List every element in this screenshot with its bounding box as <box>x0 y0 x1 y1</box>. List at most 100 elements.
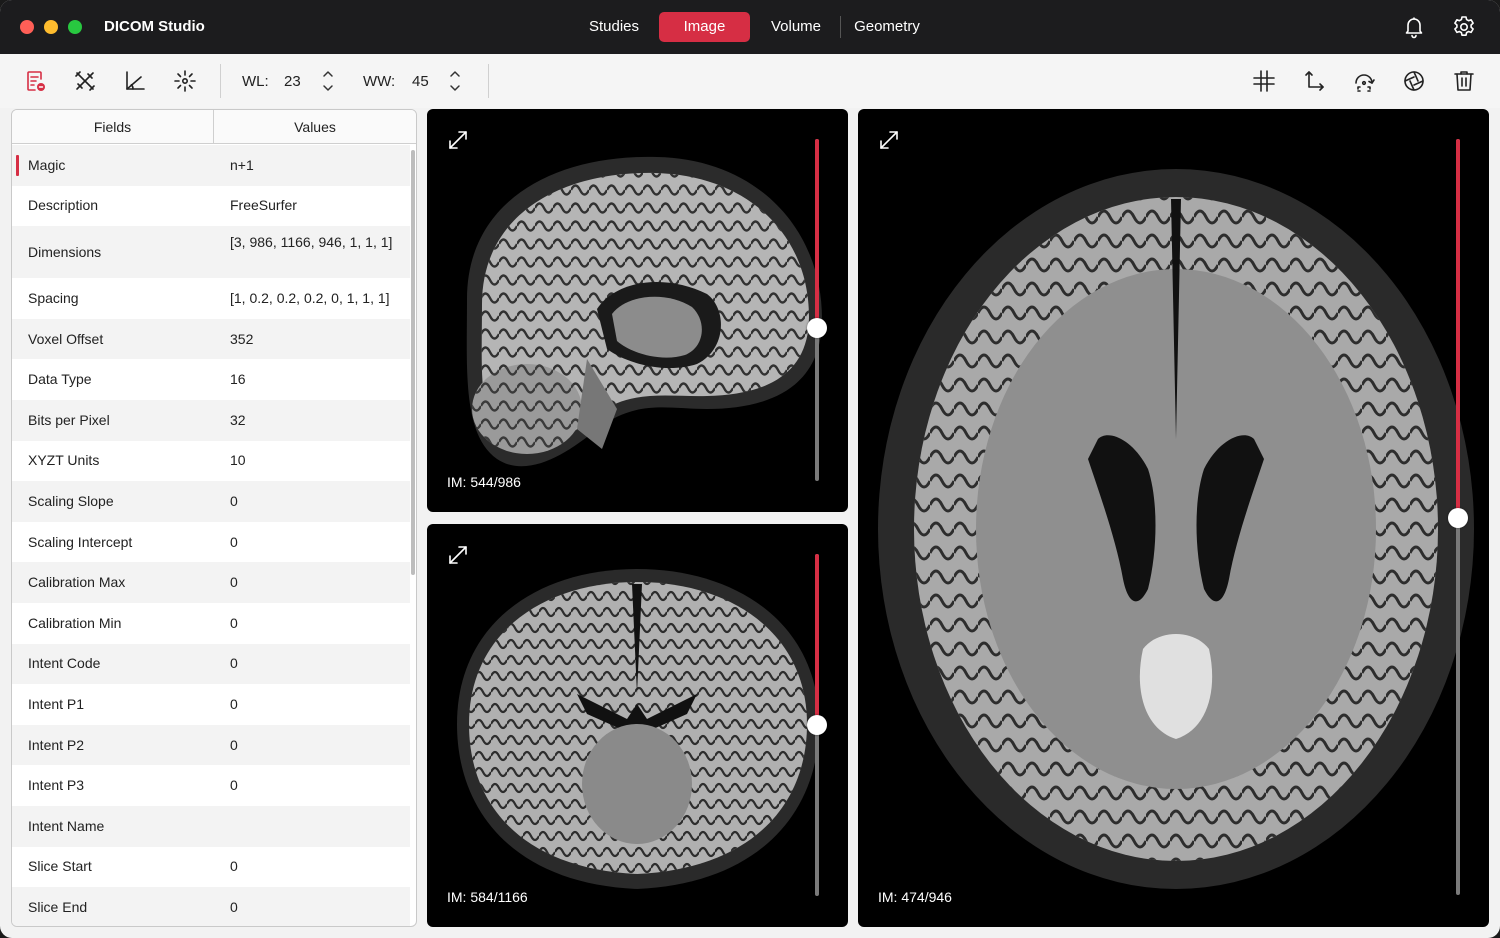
gear-icon[interactable] <box>1451 14 1477 40</box>
table-row[interactable]: Slice Start 0 <box>12 847 410 888</box>
value-cell: 0 <box>230 898 238 915</box>
slice-slider-thumb[interactable] <box>1448 507 1468 528</box>
field-cell: Calibration Min <box>28 614 122 631</box>
slice-slider[interactable] <box>815 139 819 481</box>
expand-icon[interactable] <box>878 129 900 151</box>
slice-slider-fill <box>1456 139 1460 518</box>
field-cell: Scaling Slope <box>28 492 114 509</box>
table-row[interactable]: Intent P2 0 <box>12 724 410 766</box>
bell-icon[interactable] <box>1401 14 1427 40</box>
value-cell: n+1 <box>230 156 254 173</box>
wl-label: WL: <box>242 73 269 90</box>
toolbar-divider <box>220 64 221 98</box>
field-cell: Spacing <box>28 289 79 306</box>
tab-studies[interactable]: Studies <box>578 12 650 42</box>
table-row[interactable]: Magic n+1 <box>12 145 410 186</box>
close-window-button[interactable] <box>20 20 34 34</box>
field-cell: Description <box>28 197 99 214</box>
crosshair-sun-icon[interactable] <box>172 68 198 94</box>
expand-icon[interactable] <box>447 129 469 151</box>
table-row[interactable]: Data Type 16 <box>12 359 410 400</box>
slice-slider-fill <box>815 554 819 726</box>
coronal-viewport[interactable]: IM: 584/1166 <box>427 524 848 927</box>
axis-arrows-icon[interactable] <box>1301 68 1327 94</box>
value-cell: 0 <box>230 533 238 550</box>
table-row[interactable]: Voxel Offset 352 <box>12 318 410 360</box>
table-body: Magic n+1 Description FreeSurfer Dimensions [… <box>12 145 410 926</box>
app-window: DICOM Studio Studies Image Volume Geomet… <box>0 0 1500 938</box>
toolbar: WL: 23 WW: 45 <box>0 54 1500 108</box>
field-cell: Intent P3 <box>28 777 85 794</box>
angle-measure-icon[interactable] <box>122 68 148 94</box>
tools-crossed-icon[interactable] <box>72 68 98 94</box>
table-row[interactable]: Scaling Intercept 0 <box>12 522 410 563</box>
field-cell: Intent Code <box>28 655 101 672</box>
field-cell: Slice Start <box>28 858 92 875</box>
value-cell: 0 <box>230 736 238 753</box>
value-cell: 16 <box>230 371 246 388</box>
selected-row-marker <box>16 155 19 176</box>
axial-viewport[interactable]: IM: 474/946 <box>858 109 1489 927</box>
aperture-icon[interactable] <box>1401 68 1427 94</box>
field-cell: Bits per Pixel <box>28 411 110 428</box>
tab-image[interactable]: Image <box>659 12 750 42</box>
slice-index-label: IM: 544/986 <box>447 474 521 490</box>
table-row[interactable]: Description FreeSurfer <box>12 186 410 227</box>
trash-icon[interactable] <box>1451 68 1477 94</box>
title-bar: DICOM Studio Studies Image Volume Geomet… <box>0 0 1500 54</box>
value-cell: 0 <box>230 655 238 672</box>
value-cell: 0 <box>230 695 238 712</box>
value-cell: [1, 0.2, 0.2, 0.2, 0, 1, 1, 1] <box>230 289 390 306</box>
value-cell: 0 <box>230 614 238 631</box>
file-report-icon[interactable] <box>23 68 49 94</box>
field-cell: Magic <box>28 156 66 173</box>
grid-hash-icon[interactable] <box>1251 68 1277 94</box>
table-row[interactable]: Intent Code 0 <box>12 643 410 685</box>
wl-value[interactable]: 23 <box>284 73 301 90</box>
slice-index-label: IM: 584/1166 <box>447 889 528 905</box>
zoom-window-button[interactable] <box>68 20 82 34</box>
field-cell: Calibration Max <box>28 574 126 591</box>
column-header-fields[interactable]: Fields <box>12 110 214 144</box>
value-cell: 0 <box>230 777 238 794</box>
value-cell: 10 <box>230 452 246 469</box>
table-row[interactable]: Calibration Max 0 <box>12 562 410 603</box>
ww-value[interactable]: 45 <box>412 73 429 90</box>
ww-label: WW: <box>363 73 396 90</box>
value-cell: FreeSurfer <box>230 197 297 214</box>
table-row[interactable]: Intent P1 0 <box>12 684 410 725</box>
field-cell: Intent P1 <box>28 695 85 712</box>
table-row[interactable]: Bits per Pixel 32 <box>12 399 410 441</box>
axial-brain-image <box>878 169 1474 889</box>
slice-index-label: IM: 474/946 <box>878 889 952 905</box>
table-row[interactable]: Spacing [1, 0.2, 0.2, 0.2, 0, 1, 1, 1] <box>12 278 410 319</box>
field-cell: Slice End <box>28 898 88 915</box>
header-fields-table: Fields Values Magic n+1 Description FreeSur… <box>11 109 417 927</box>
table-row[interactable]: XYZT Units 10 <box>12 441 410 482</box>
minimize-window-button[interactable] <box>44 20 58 34</box>
field-cell: Voxel Offset <box>28 330 104 347</box>
sagittal-brain-image <box>466 156 822 467</box>
app-title: DICOM Studio <box>104 18 205 35</box>
table-row[interactable]: Scaling Slope 0 <box>12 481 410 522</box>
slice-slider-fill <box>815 139 819 328</box>
toolbar-divider <box>488 64 489 98</box>
tab-volume[interactable]: Volume <box>762 12 830 42</box>
value-cell: 32 <box>230 411 246 428</box>
rotate-reset-icon[interactable] <box>1351 68 1377 94</box>
table-scrollbar[interactable] <box>411 150 415 575</box>
field-cell: Intent Name <box>28 817 105 834</box>
slice-slider-thumb[interactable] <box>807 317 827 338</box>
table-row[interactable]: Slice End 0 <box>12 887 410 926</box>
column-header-values[interactable]: Values <box>214 110 416 144</box>
sagittal-viewport[interactable]: IM: 544/986 <box>427 109 848 512</box>
table-row[interactable]: Calibration Min 0 <box>12 603 410 644</box>
table-row[interactable]: Dimensions [3, 986, 1166, 946, 1, 1, 1] <box>12 226 410 279</box>
value-cell: [3, 986, 1166, 946, 1, 1, 1] <box>230 234 393 251</box>
tab-geometry[interactable]: Geometry <box>846 12 928 42</box>
table-row[interactable]: Intent P3 0 <box>12 765 410 806</box>
ww-stepper[interactable] <box>448 67 462 95</box>
table-row[interactable]: Intent Name <box>12 805 410 847</box>
wl-stepper[interactable] <box>321 67 335 95</box>
expand-icon[interactable] <box>447 544 469 566</box>
